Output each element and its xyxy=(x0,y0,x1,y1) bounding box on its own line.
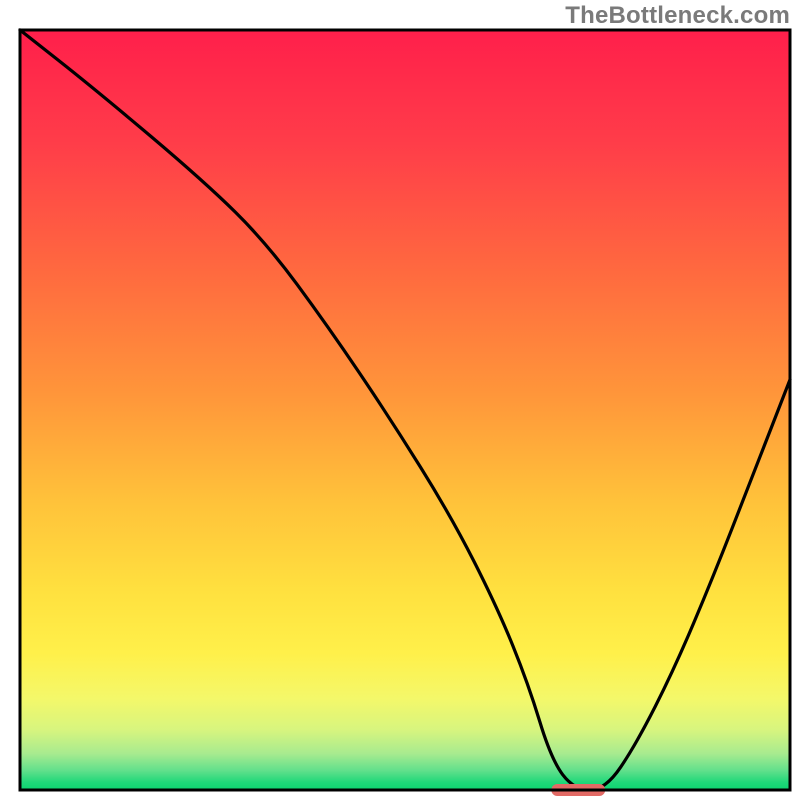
watermark-text: TheBottleneck.com xyxy=(565,2,790,30)
bottleneck-chart xyxy=(0,0,800,800)
gradient-background xyxy=(20,30,790,790)
plot-area xyxy=(20,30,790,796)
chart-stage: TheBottleneck.com xyxy=(0,0,800,800)
